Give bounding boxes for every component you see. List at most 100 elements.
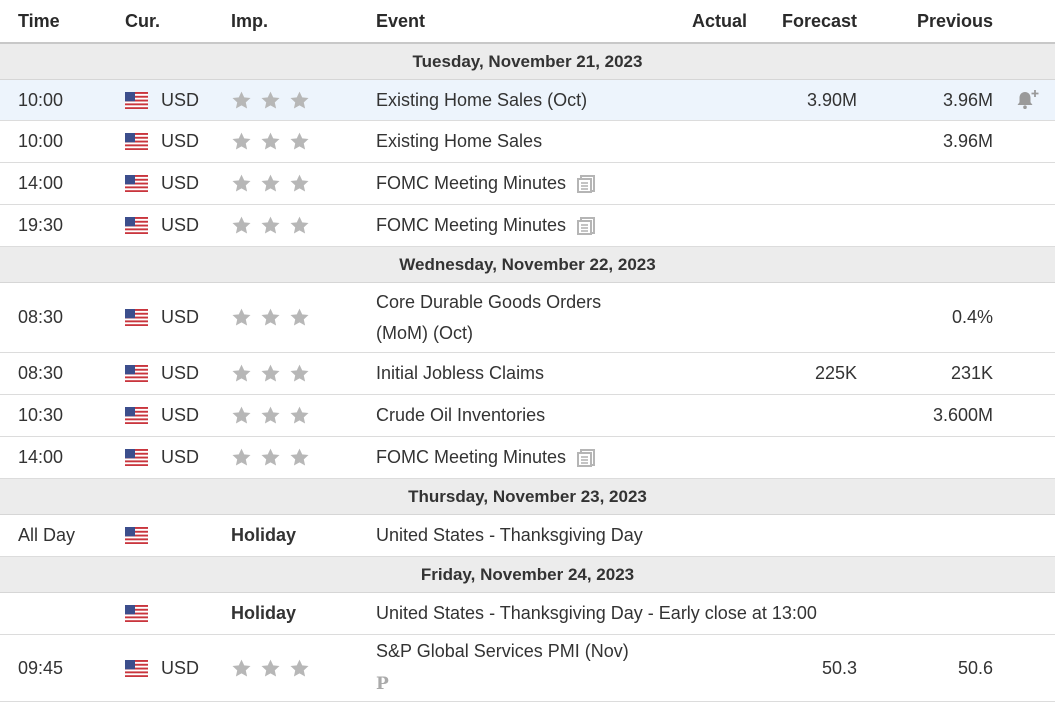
star-icon [260, 658, 281, 679]
table-row[interactable]: 09:45 USD S&P Global Services PMI (Nov) … [0, 635, 1055, 702]
star-icon [260, 447, 281, 468]
header-importance[interactable]: Imp. [231, 0, 268, 42]
star-icon [289, 215, 310, 236]
day-header: Friday, November 24, 2023 [0, 557, 1055, 593]
event-currency: USD [161, 657, 200, 678]
header-currency[interactable]: Cur. [125, 0, 160, 42]
day-header: Wednesday, November 22, 2023 [0, 247, 1055, 283]
importance-stars [231, 163, 310, 204]
event-previous: 3.96M [942, 89, 993, 110]
star-icon [260, 405, 281, 426]
star-icon [231, 90, 252, 111]
table-row[interactable]: 10:00 USD Existing Home Sales 3.96M [0, 121, 1055, 163]
table-row[interactable]: 14:00 USD FOMC Meeting Minutes [0, 163, 1055, 205]
day-label: Friday, November 24, 2023 [420, 564, 635, 584]
star-icon [231, 131, 252, 152]
day-label: Thursday, November 23, 2023 [408, 486, 647, 506]
event-name[interactable]: Crude Oil Inventories [376, 395, 676, 436]
star-icon [260, 173, 281, 194]
table-row[interactable]: 19:30 USD FOMC Meeting Minutes [0, 205, 1055, 247]
star-icon [289, 131, 310, 152]
us-flag-icon [125, 80, 148, 120]
document-icon[interactable] [576, 174, 596, 194]
event-name[interactable]: United States - Thanksgiving Day - Early… [376, 593, 936, 634]
table-row[interactable]: 14:00 USD FOMC Meeting Minutes [0, 437, 1055, 479]
event-name[interactable]: United States - Thanksgiving Day [376, 515, 896, 556]
event-time: All Day [18, 525, 76, 545]
star-icon [231, 215, 252, 236]
importance-stars [231, 353, 310, 394]
importance-stars [231, 437, 310, 478]
event-time: 08:30 [18, 363, 64, 383]
star-icon [231, 173, 252, 194]
star-icon [289, 405, 310, 426]
importance-stars [231, 121, 310, 162]
event-name[interactable]: FOMC Meeting Minutes [376, 442, 566, 473]
event-previous: 3.96M [942, 131, 993, 151]
event-previous: 50.6 [957, 657, 993, 678]
holiday-label: Holiday [231, 525, 297, 545]
event-cell: FOMC Meeting Minutes [376, 437, 676, 478]
star-icon [260, 90, 281, 111]
event-name[interactable]: Initial Jobless Claims [376, 353, 676, 394]
table-row[interactable]: 08:30 USD Core Durable Goods Orders (MoM)… [0, 283, 1055, 353]
event-time: 14:00 [18, 447, 64, 467]
table-row[interactable]: All Day Holiday United States - Thanksgi… [0, 515, 1055, 557]
star-icon [231, 405, 252, 426]
star-icon [231, 447, 252, 468]
bell-plus-icon[interactable] [1015, 80, 1041, 120]
table-row[interactable]: 10:30 USD Crude Oil Inventories 3.600M [0, 395, 1055, 437]
importance-stars [231, 395, 310, 436]
header-actual[interactable]: Actual [692, 0, 747, 42]
document-icon[interactable] [576, 216, 596, 236]
event-currency: USD [161, 447, 200, 467]
star-icon [289, 90, 310, 111]
event-currency: USD [161, 307, 200, 327]
event-cell: S&P Global Services PMI (Nov) P [376, 635, 676, 701]
event-name[interactable]: Existing Home Sales (Oct) [376, 80, 676, 120]
table-row[interactable]: Holiday United States - Thanksgiving Day… [0, 593, 1055, 635]
us-flag-icon [125, 163, 148, 204]
document-icon[interactable] [576, 448, 596, 468]
header-time[interactable]: Time [18, 0, 60, 42]
importance-stars [231, 635, 310, 701]
event-time: 14:00 [18, 173, 64, 193]
economic-calendar: Time Cur. Imp. Event Actual Forecast Pre… [0, 0, 1055, 702]
us-flag-icon [125, 635, 148, 701]
star-icon [289, 447, 310, 468]
importance-stars [231, 80, 310, 120]
us-flag-icon [125, 283, 148, 352]
event-time: 08:30 [18, 307, 64, 327]
day-header: Tuesday, November 21, 2023 [0, 44, 1055, 80]
event-previous: 231K [950, 363, 993, 383]
importance-stars [231, 205, 310, 246]
table-row[interactable]: 10:00 USD Existing Home Sales (Oct) 3.90… [0, 80, 1055, 121]
day-label: Tuesday, November 21, 2023 [412, 51, 643, 71]
star-icon [231, 307, 252, 328]
event-time: 19:30 [18, 215, 64, 235]
event-name-line1: Core Durable Goods Orders [376, 291, 602, 312]
header-forecast[interactable]: Forecast [782, 0, 857, 42]
table-row[interactable]: 08:30 USD Initial Jobless Claims 225K 23… [0, 353, 1055, 395]
event-name[interactable]: FOMC Meeting Minutes [376, 168, 566, 199]
event-name[interactable]: Existing Home Sales [376, 121, 676, 162]
event-name-line2: (MoM) (Oct) [376, 322, 473, 343]
star-icon [260, 215, 281, 236]
star-icon [231, 658, 252, 679]
event-forecast: 50.3 [821, 657, 857, 678]
event-time: 10:30 [18, 405, 64, 425]
event-previous: 3.600M [932, 405, 993, 425]
event-time: 09:45 [18, 657, 64, 678]
event-cell: FOMC Meeting Minutes [376, 205, 676, 246]
event-name[interactable]: S&P Global Services PMI (Nov) [376, 636, 629, 667]
header-event[interactable]: Event [376, 0, 676, 42]
star-icon [289, 363, 310, 384]
event-name[interactable]: Core Durable Goods Orders (MoM) (Oct) [376, 283, 676, 352]
day-header: Thursday, November 23, 2023 [0, 479, 1055, 515]
event-currency: USD [161, 131, 200, 151]
event-name[interactable]: FOMC Meeting Minutes [376, 210, 566, 241]
header-previous[interactable]: Previous [917, 0, 993, 42]
star-icon [260, 131, 281, 152]
star-icon [260, 307, 281, 328]
event-currency: USD [161, 405, 200, 425]
